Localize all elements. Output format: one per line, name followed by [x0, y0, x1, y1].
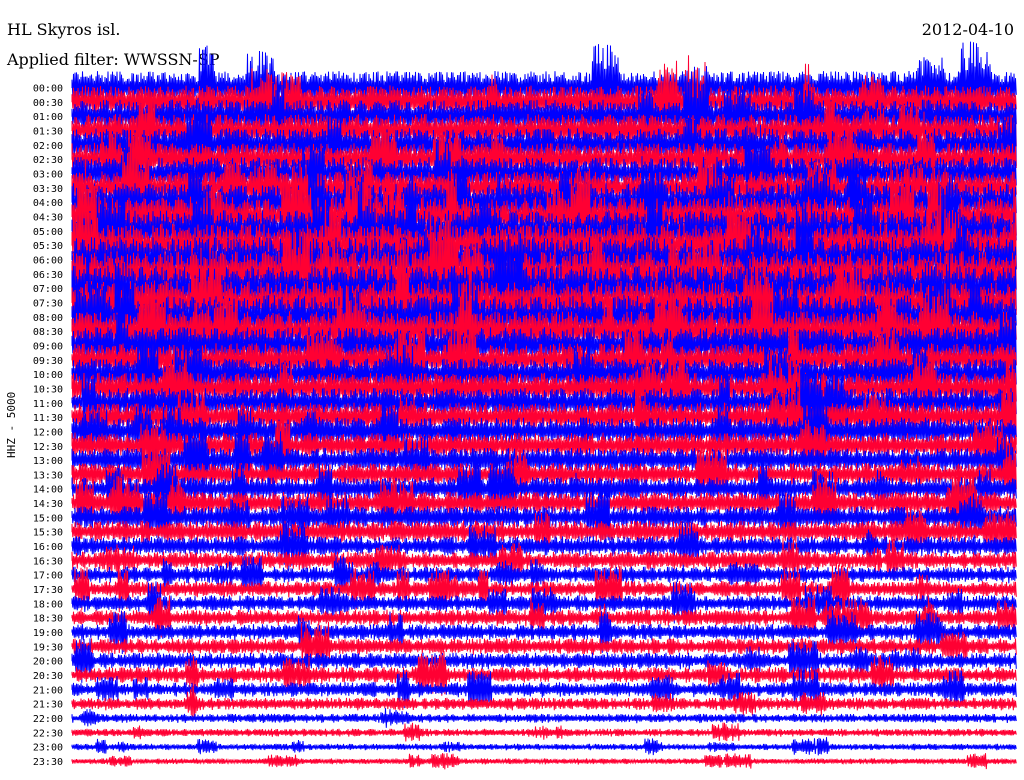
row-time-label: 07:30	[33, 298, 63, 309]
row-time-label: 05:30	[33, 241, 63, 252]
row-time-label: 03:30	[33, 184, 63, 195]
row-time-label: 16:00	[33, 542, 63, 553]
row-time-label: 14:30	[33, 499, 63, 510]
seismic-trace-2300	[71, 737, 1017, 756]
row-time-label: 16:30	[33, 556, 63, 567]
row-time-label: 13:30	[33, 470, 63, 481]
row-time-label: 14:00	[33, 485, 63, 496]
row-time-label: 18:00	[33, 599, 63, 610]
row-time-label: 21:00	[33, 685, 63, 696]
tick-label-layer: 00:00 00:30 01:00 01:30 02:00 02:30 03:00 03:30…	[33, 84, 63, 769]
row-time-label: 04:30	[33, 212, 63, 223]
row-time-label: 02:30	[33, 155, 63, 166]
row-time-label: 19:00	[33, 628, 63, 639]
row-time-label: 20:00	[33, 657, 63, 668]
row-time-label: 22:30	[33, 728, 63, 739]
seismic-trace-2200	[71, 708, 1017, 728]
row-time-label: 10:30	[33, 384, 63, 395]
row-time-label: 05:00	[33, 227, 63, 238]
row-time-label: 06:00	[33, 255, 63, 266]
row-time-label: 02:00	[33, 141, 63, 152]
row-time-label: 23:30	[33, 757, 63, 768]
row-time-label: 09:00	[33, 341, 63, 352]
row-time-label: 17:30	[33, 585, 63, 596]
row-time-label: 11:30	[33, 413, 63, 424]
seismic-trace-2330	[71, 753, 1017, 770]
row-time-label: 12:30	[33, 442, 63, 453]
trace-layer	[71, 41, 1017, 770]
row-time-label: 04:00	[33, 198, 63, 209]
helicorder-plot: 00:00 00:30 01:00 01:30 02:00 02:30 03:00 03:30…	[33, 41, 1017, 770]
row-time-label: 08:30	[33, 327, 63, 338]
row-time-label: 19:30	[33, 642, 63, 653]
row-time-label: 08:00	[33, 313, 63, 324]
row-time-label: 07:00	[33, 284, 63, 295]
row-time-label: 22:00	[33, 714, 63, 725]
row-time-label: 12:00	[33, 427, 63, 438]
row-time-label: 03:00	[33, 169, 63, 180]
row-time-label: 00:30	[33, 98, 63, 109]
row-time-label: 10:00	[33, 370, 63, 381]
row-time-label: 09:30	[33, 356, 63, 367]
row-time-label: 21:30	[33, 700, 63, 711]
row-time-label: 18:30	[33, 614, 63, 625]
row-time-label: 13:00	[33, 456, 63, 467]
row-time-label: 01:30	[33, 126, 63, 137]
row-time-label: 00:00	[33, 84, 63, 95]
row-time-label: 17:00	[33, 571, 63, 582]
row-time-label: 15:00	[33, 513, 63, 524]
row-time-label: 11:00	[33, 399, 63, 410]
row-time-label: 06:30	[33, 270, 63, 281]
row-time-label: 01:00	[33, 112, 63, 123]
seismic-trace-2230	[71, 722, 1017, 742]
row-time-label: 20:30	[33, 671, 63, 682]
row-time-label: 23:00	[33, 743, 63, 754]
row-time-label: 15:30	[33, 528, 63, 539]
